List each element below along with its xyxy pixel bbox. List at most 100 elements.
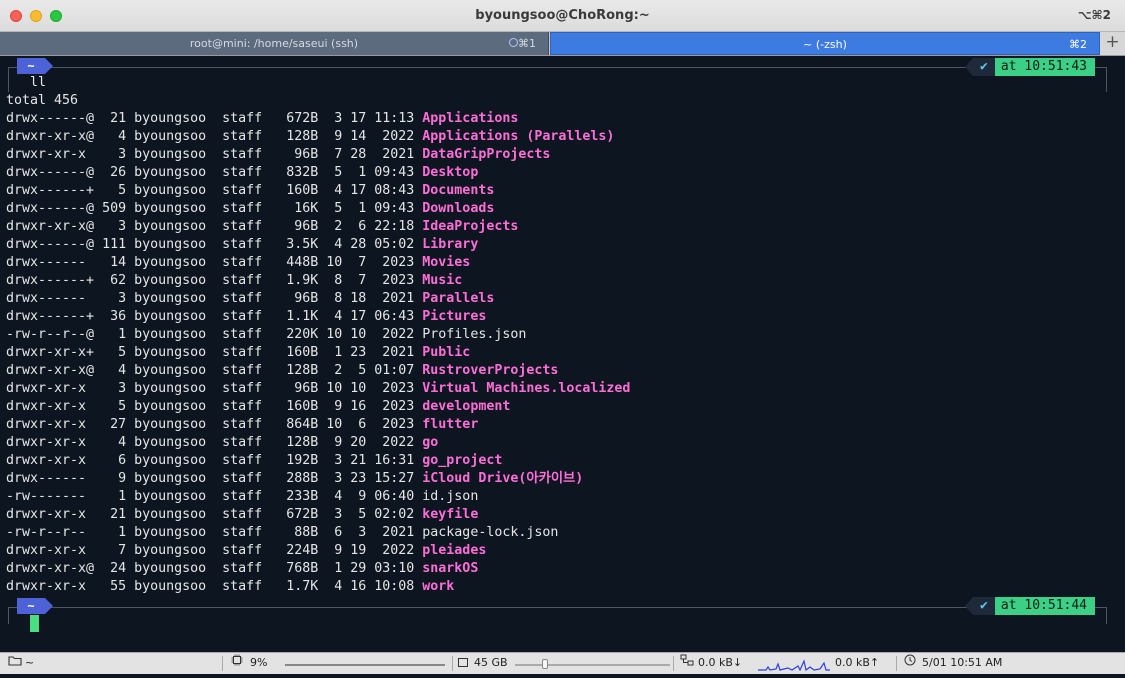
file-meta: -rw-r--r-- 1 byoungsoo staff 88B 6 3 202… — [6, 525, 423, 540]
cpu-usage: 9% — [250, 656, 268, 669]
directory-name: work — [422, 579, 455, 594]
directory-name: Applications — [422, 111, 519, 126]
disk-usage-knob — [542, 659, 548, 669]
prompt-status-badge: ✔ at 10:51:44 — [964, 597, 1095, 615]
disk-usage: 45 GB — [474, 656, 508, 669]
list-item: drwx------@ 21 byoungsoo staff 672B 3 17… — [6, 110, 518, 128]
file-meta: drwxr-xr-x 6 byoungsoo staff 192B 3 21 1… — [6, 453, 423, 468]
prompt-status-badge: ✔ at 10:51:43 — [964, 58, 1095, 76]
directory-name: Documents — [422, 183, 495, 198]
file-meta: drwxr-xr-x 27 byoungsoo staff 864B 10 6 … — [6, 417, 423, 432]
list-item: drwxr-xr-x+ 5 byoungsoo staff 160B 1 23 … — [6, 344, 470, 362]
prompt-dir-badge: ~ — [17, 598, 53, 614]
divider — [222, 656, 223, 671]
directory-name: RustroverProjects — [422, 363, 559, 378]
prompt-time: at 10:51:43 — [994, 58, 1095, 76]
tab-zsh-shortcut: ⌘2 — [1069, 38, 1087, 51]
list-item: drwx------+ 62 byoungsoo staff 1.9K 8 7 … — [6, 272, 462, 290]
terminal-pane[interactable]: ~ ✔ at 10:51:43 ll total 456 drwx------@ … — [0, 56, 1125, 652]
list-item: drwxr-xr-x@ 4 byoungsoo staff 128B 2 5 0… — [6, 362, 558, 380]
prompt-frame — [8, 67, 1107, 92]
directory-name: keyfile — [422, 507, 479, 522]
window-shortcut: ⌥⌘2 — [1077, 8, 1111, 22]
window-title: byoungsoo@ChoRong:~ — [475, 8, 650, 23]
list-item: drwxr-xr-x 3 byoungsoo staff 96B 10 10 2… — [6, 380, 630, 398]
file-meta: -rw-r--r--@ 1 byoungsoo staff 220K 10 10… — [6, 327, 423, 342]
directory-name: Applications (Parallels) — [422, 129, 615, 144]
divider — [896, 656, 897, 671]
activity-dot-icon — [509, 38, 518, 47]
list-item: drwx------+ 36 byoungsoo staff 1.1K 4 17… — [6, 308, 486, 326]
file-meta: drwx------ 9 byoungsoo staff 288B 3 23 1… — [6, 471, 423, 486]
current-folder[interactable]: ~ — [25, 653, 34, 673]
file-meta: -rw------- 1 byoungsoo staff 233B 4 9 06… — [6, 489, 423, 504]
file-meta: drwx------@ 26 byoungsoo staff 832B 5 1 … — [6, 165, 423, 180]
directory-name: Library — [422, 237, 479, 252]
list-item: drwxr-xr-x 5 byoungsoo staff 160B 9 16 2… — [6, 398, 510, 416]
divider — [452, 656, 453, 671]
file-meta: drwxr-xr-x 55 byoungsoo staff 1.7K 4 16 … — [6, 579, 423, 594]
file-meta: drwx------+ 5 byoungsoo staff 160B 4 17 … — [6, 183, 423, 198]
list-item: drwxr-xr-x@ 24 byoungsoo staff 768B 1 29… — [6, 560, 478, 578]
tab-bar: root@mini: /home/saseui (ssh) ⌘1 ~ (-zsh… — [0, 32, 1125, 56]
list-item: drwxr-xr-x 7 byoungsoo staff 224B 9 19 2… — [6, 542, 486, 560]
file-meta: drwx------ 14 byoungsoo staff 448B 10 7 … — [6, 255, 423, 270]
tab-ssh-label: root@mini: /home/saseui (ssh) — [189, 37, 359, 50]
directory-name: Parallels — [422, 291, 495, 306]
file-meta: drwx------+ 36 byoungsoo staff 1.1K 4 17… — [6, 309, 423, 324]
list-item: drwx------ 9 byoungsoo staff 288B 3 23 1… — [6, 470, 583, 488]
divider — [673, 656, 674, 671]
tab-ssh-shortcut: ⌘1 — [518, 37, 536, 50]
directory-name: flutter — [422, 417, 479, 432]
directory-name: Virtual Machines.localized — [422, 381, 631, 396]
file-meta: drwxr-xr-x 21 byoungsoo staff 672B 3 5 0… — [6, 507, 423, 522]
network-download: 0.0 kB↓ — [698, 656, 743, 669]
tab-zsh-label: ~ (-zsh) — [803, 38, 847, 51]
file-meta: drwx------+ 62 byoungsoo staff 1.9K 8 7 … — [6, 273, 423, 288]
folder-icon — [8, 653, 22, 673]
network-icon — [680, 653, 694, 673]
directory-name: snarkOS — [422, 561, 479, 576]
directory-name: Movies — [422, 255, 471, 270]
disk-track — [515, 664, 670, 666]
title-bar: byoungsoo@ChoRong:~ ⌥⌘2 — [0, 0, 1125, 32]
file-meta: drwxr-xr-x 3 byoungsoo staff 96B 7 28 20… — [6, 147, 423, 162]
prompt-dir-badge: ~ — [17, 58, 53, 74]
directory-name: Desktop — [422, 165, 479, 180]
file-meta: drwxr-xr-x 5 byoungsoo staff 160B 9 16 2… — [6, 399, 423, 414]
file-meta: drwx------@ 21 byoungsoo staff 672B 3 17… — [6, 111, 423, 126]
file-meta: drwxr-xr-x@ 4 byoungsoo staff 128B 2 5 0… — [6, 363, 423, 378]
directory-name: go_project — [422, 453, 503, 468]
directory-name: IdeaProjects — [422, 219, 519, 234]
disk-icon — [458, 653, 468, 673]
list-item: -rw-r--r-- 1 byoungsoo staff 88B 6 3 202… — [6, 524, 558, 542]
list-item: drwxr-xr-x 27 byoungsoo staff 864B 10 6 … — [6, 416, 478, 434]
directory-name: Downloads — [422, 201, 495, 216]
list-item: drwx------@ 26 byoungsoo staff 832B 5 1 … — [6, 164, 478, 182]
directory-name: go — [422, 435, 439, 450]
directory-name: Public — [422, 345, 471, 360]
file-name: id.json — [422, 489, 479, 504]
tab-ssh[interactable]: root@mini: /home/saseui (ssh) ⌘1 — [0, 32, 549, 55]
file-meta: drwx------@ 111 byoungsoo staff 3.5K 4 2… — [6, 237, 423, 252]
check-icon: ✔ — [964, 597, 995, 615]
cpu-icon — [231, 653, 243, 673]
file-name: package-lock.json — [422, 525, 559, 540]
file-meta: drwxr-xr-x 3 byoungsoo staff 96B 10 10 2… — [6, 381, 423, 396]
list-item: drwx------ 14 byoungsoo staff 448B 10 7 … — [6, 254, 470, 272]
clock: 5/01 10:51 AM — [922, 656, 1003, 669]
list-item: drwx------@ 509 byoungsoo staff 16K 5 1 … — [6, 200, 494, 218]
list-item: -rw------- 1 byoungsoo staff 233B 4 9 06… — [6, 488, 478, 506]
prompt-frame — [8, 607, 1107, 624]
new-tab-button[interactable]: + — [1100, 32, 1125, 55]
command-line: ll — [30, 75, 47, 90]
list-item: drwx------ 3 byoungsoo staff 96B 8 18 20… — [6, 290, 494, 308]
clock-icon — [904, 653, 916, 673]
tab-zsh[interactable]: ~ (-zsh) ⌘2 — [550, 32, 1100, 55]
file-meta: drwxr-xr-x 4 byoungsoo staff 128B 9 20 2… — [6, 435, 423, 450]
list-item: drwxr-xr-x 3 byoungsoo staff 96B 7 28 20… — [6, 146, 550, 164]
directory-name: DataGripProjects — [422, 147, 551, 162]
check-icon: ✔ — [964, 58, 995, 76]
directory-name: iCloud Drive(아카이브) — [422, 471, 584, 486]
file-meta: drwxr-xr-x@ 24 byoungsoo staff 768B 1 29… — [6, 561, 423, 576]
